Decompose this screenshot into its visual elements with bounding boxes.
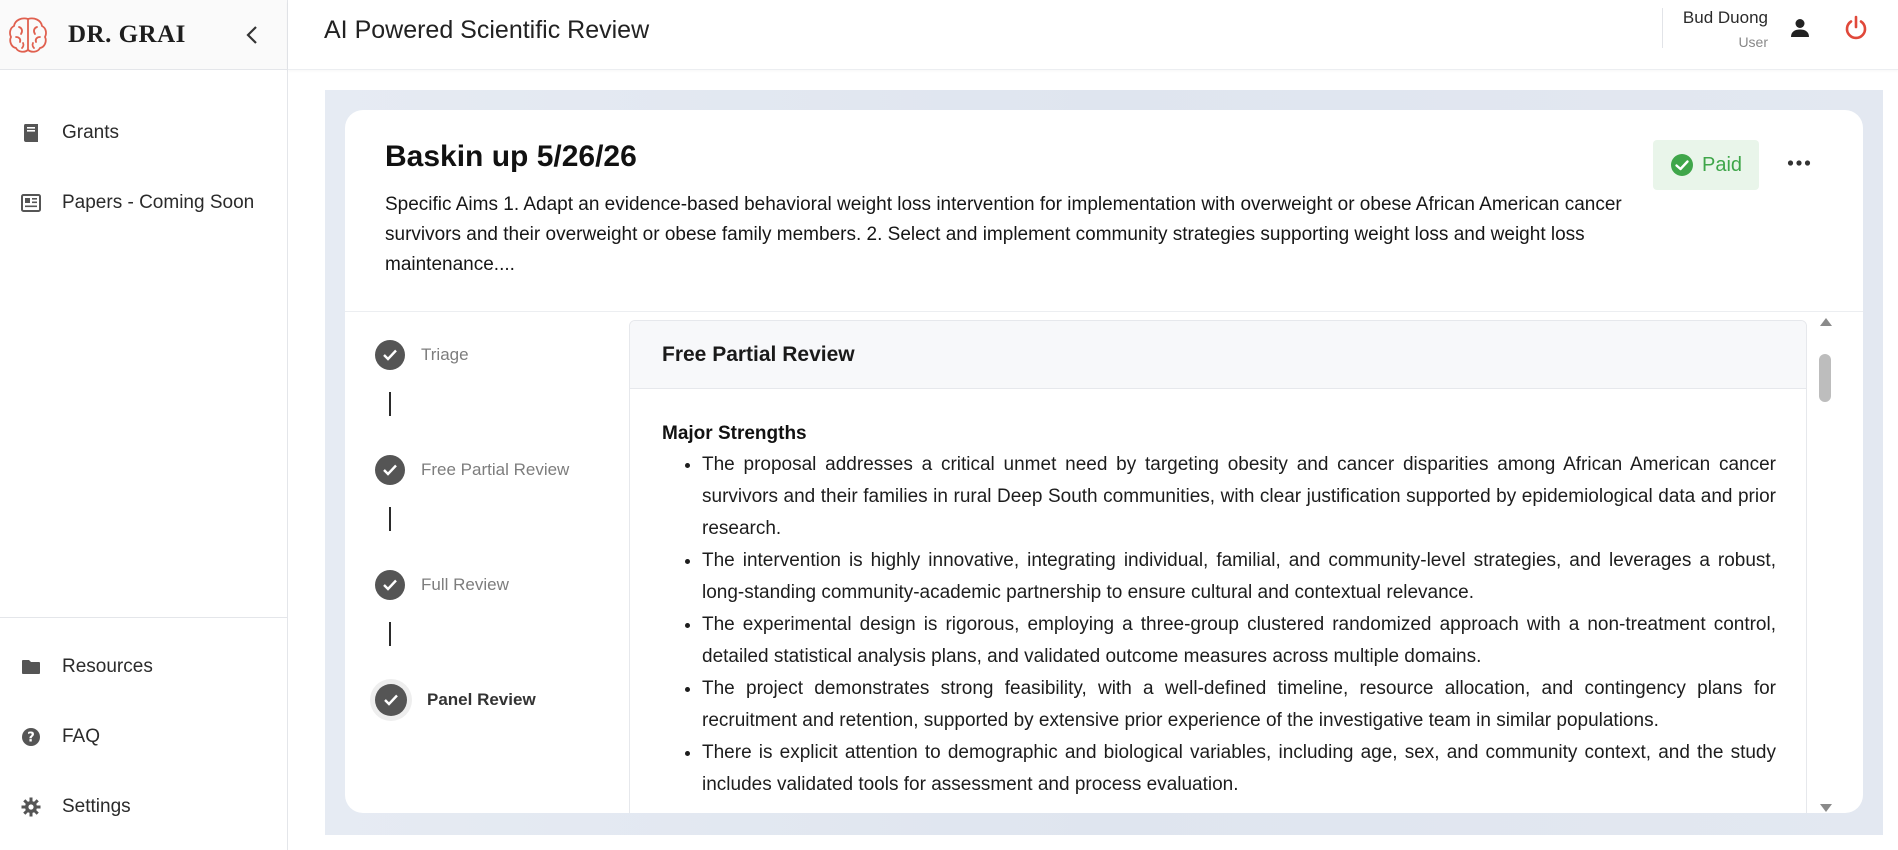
svg-text:?: ? bbox=[27, 731, 35, 746]
brand-header: DR. GRAI bbox=[0, 0, 287, 70]
section-title: Major Strengths bbox=[662, 423, 807, 444]
help-icon: ? bbox=[20, 726, 42, 748]
main-content: Baskin up 5/26/26 Specific Aims 1. Adapt… bbox=[325, 90, 1883, 835]
strengths-list: The proposal addresses a critical unmet … bbox=[702, 449, 1776, 801]
header-divider bbox=[1662, 8, 1663, 48]
step-connector bbox=[389, 507, 391, 531]
sidebar-item-settings[interactable]: Settings bbox=[0, 772, 287, 842]
brand-name: DR. GRAI bbox=[68, 20, 186, 48]
sidebar-nav: Grants Papers - Coming Soon bbox=[0, 70, 287, 238]
sidebar-item-label: Papers - Coming Soon bbox=[62, 192, 255, 213]
list-item: There is explicit attention to demograph… bbox=[702, 737, 1776, 801]
step-panel-review[interactable]: Panel Review bbox=[375, 684, 536, 716]
more-options-button[interactable] bbox=[1781, 148, 1817, 178]
step-check-icon bbox=[375, 455, 405, 485]
review-body: Major Strengths The proposal addresses a… bbox=[630, 389, 1806, 801]
more-horizontal-icon bbox=[1787, 160, 1811, 166]
sidebar-item-grants[interactable]: Grants bbox=[0, 98, 287, 168]
step-triage[interactable]: Triage bbox=[375, 340, 469, 370]
review-scrollbar[interactable] bbox=[1817, 318, 1833, 812]
scrollbar-thumb[interactable] bbox=[1819, 354, 1831, 402]
chevron-left-icon bbox=[246, 26, 257, 44]
review-panel-header: Free Partial Review bbox=[630, 321, 1806, 389]
sidebar-item-resources[interactable]: Resources bbox=[0, 632, 287, 702]
grant-description: Specific Aims 1. Adapt an evidence-based… bbox=[385, 194, 1622, 275]
step-check-icon bbox=[375, 340, 405, 370]
step-label: Full Review bbox=[421, 575, 509, 594]
scroll-up-arrow-icon[interactable] bbox=[1820, 318, 1832, 326]
step-check-icon bbox=[375, 570, 405, 600]
user-icon[interactable] bbox=[1788, 16, 1812, 40]
scroll-down-arrow-icon[interactable] bbox=[1820, 804, 1832, 812]
book-icon bbox=[20, 122, 42, 144]
grant-title: Baskin up 5/26/26 bbox=[385, 140, 637, 173]
page-title: AI Powered Scientific Review bbox=[324, 16, 650, 44]
step-label: Free Partial Review bbox=[421, 460, 570, 479]
step-label: Triage bbox=[421, 345, 469, 364]
list-item: The project demonstrates strong feasibil… bbox=[702, 673, 1776, 737]
check-circle-icon bbox=[1670, 154, 1693, 176]
sidebar: DR. GRAI Grants Papers - Coming Soon Res… bbox=[0, 0, 288, 850]
step-label: Panel Review bbox=[427, 690, 536, 709]
review-title: Free Partial Review bbox=[662, 342, 855, 366]
sidebar-item-label: Grants bbox=[62, 122, 120, 143]
top-header: AI Powered Scientific Review Bud Duong U… bbox=[288, 0, 1898, 70]
newspaper-icon bbox=[20, 192, 42, 214]
step-check-icon bbox=[375, 684, 407, 716]
list-item: The proposal addresses a critical unmet … bbox=[702, 449, 1776, 545]
sidebar-item-label: Settings bbox=[62, 796, 131, 817]
sidebar-item-label: FAQ bbox=[62, 726, 101, 747]
status-badge: Paid bbox=[1653, 140, 1759, 190]
step-connector bbox=[389, 392, 391, 416]
gear-icon bbox=[20, 796, 42, 818]
sidebar-item-faq[interactable]: ? FAQ bbox=[0, 702, 287, 772]
step-free-partial-review[interactable]: Free Partial Review bbox=[375, 455, 569, 485]
folder-icon bbox=[20, 656, 42, 678]
list-item: The intervention is highly innovative, i… bbox=[702, 545, 1776, 609]
collapse-sidebar-button[interactable] bbox=[239, 22, 265, 48]
status-label: Paid bbox=[1701, 153, 1743, 176]
sidebar-item-label: Resources bbox=[62, 656, 153, 677]
grant-header: Baskin up 5/26/26 Specific Aims 1. Adapt… bbox=[345, 110, 1863, 312]
power-icon[interactable] bbox=[1842, 14, 1870, 42]
sidebar-item-papers[interactable]: Papers - Coming Soon bbox=[0, 168, 287, 238]
grant-card: Baskin up 5/26/26 Specific Aims 1. Adapt… bbox=[345, 110, 1863, 813]
user-role: User bbox=[1738, 34, 1768, 50]
step-full-review[interactable]: Full Review bbox=[375, 570, 509, 600]
sidebar-bottom-nav: Resources ? FAQ Settings bbox=[0, 617, 287, 850]
list-item: The experimental design is rigorous, emp… bbox=[702, 609, 1776, 673]
review-panel: Free Partial Review Major Strengths The … bbox=[629, 320, 1807, 813]
brain-logo-icon bbox=[9, 17, 47, 53]
step-connector bbox=[389, 622, 391, 646]
user-name: Bud Duong bbox=[1682, 8, 1768, 27]
